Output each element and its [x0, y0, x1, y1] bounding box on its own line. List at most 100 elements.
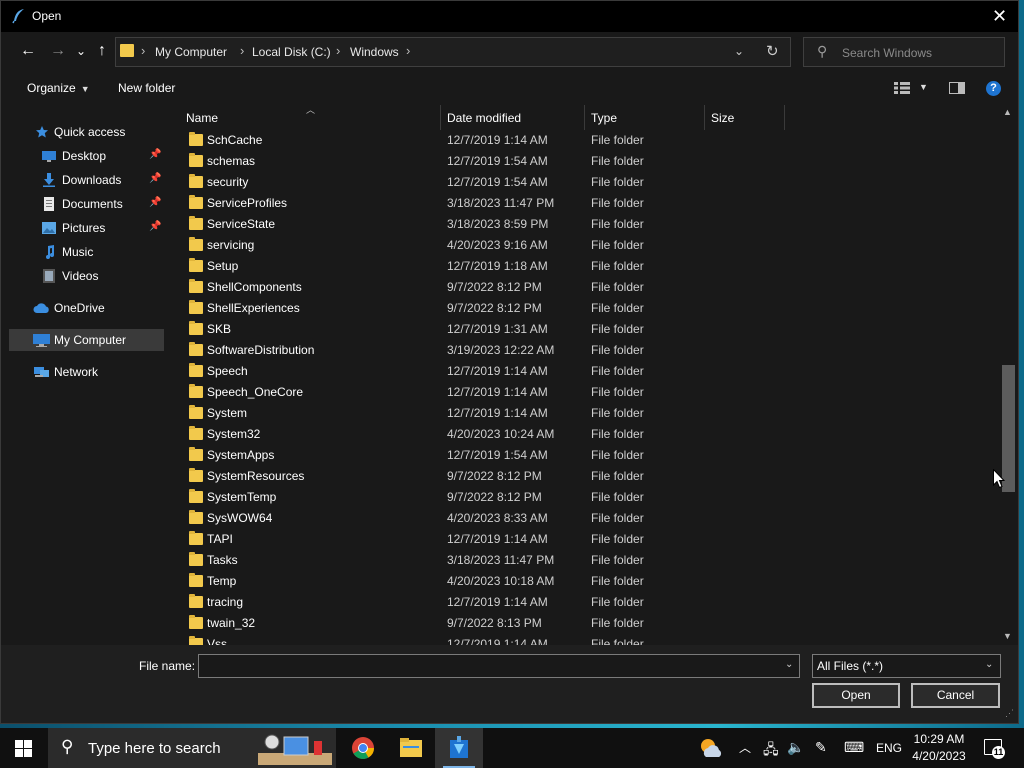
nav-item-downloads[interactable]: Downloads 📌: [9, 169, 164, 191]
preview-pane-icon[interactable]: [949, 82, 965, 94]
column-header-name[interactable]: Name: [186, 111, 218, 125]
nav-item-videos[interactable]: Videos: [9, 265, 164, 287]
back-button[interactable]: ←: [17, 40, 39, 62]
help-icon[interactable]: ?: [986, 81, 1001, 96]
file-row[interactable]: ServiceState 3/18/2023 8:59 PM File folder: [167, 214, 1000, 235]
change-view-icon[interactable]: [894, 82, 910, 94]
file-row[interactable]: twain_32 9/7/2022 8:13 PM File folder: [167, 613, 1000, 634]
vertical-scrollbar[interactable]: ▲ ▼: [1000, 105, 1017, 645]
nav-item-desktop[interactable]: Desktop 📌: [9, 145, 164, 167]
address-dropdown-chevron-icon[interactable]: ⌄: [734, 44, 744, 58]
file-row[interactable]: Speech_OneCore 12/7/2019 1:14 AM File fold…: [167, 382, 1000, 403]
file-row[interactable]: tracing 12/7/2019 1:14 AM File folder: [167, 592, 1000, 613]
column-divider[interactable]: [440, 105, 441, 130]
cancel-button[interactable]: Cancel: [911, 683, 1000, 708]
file-row[interactable]: servicing 4/20/2023 9:16 AM File folder: [167, 235, 1000, 256]
scroll-down-arrow-icon[interactable]: ▼: [1003, 631, 1012, 641]
title-bar[interactable]: Open ✕: [1, 1, 1018, 32]
file-list[interactable]: ︿ Name Date modified Type Size SchCache 1…: [167, 105, 1000, 645]
folder-icon: [189, 384, 203, 398]
nav-item-quick-access[interactable]: Quick access: [9, 121, 164, 143]
open-button[interactable]: Open: [812, 683, 900, 708]
column-header-date-modified[interactable]: Date modified: [447, 111, 521, 125]
nav-item-music[interactable]: Music: [9, 241, 164, 263]
file-row[interactable]: SystemResources 9/7/2022 8:12 PM File fold…: [167, 466, 1000, 487]
column-header-type[interactable]: Type: [591, 111, 617, 125]
file-row[interactable]: ShellComponents 9/7/2022 8:12 PM File fold…: [167, 277, 1000, 298]
column-divider[interactable]: [784, 105, 785, 130]
file-name-input[interactable]: [203, 657, 777, 676]
taskbar-active-app[interactable]: [435, 728, 483, 768]
new-folder-button[interactable]: New folder: [118, 81, 175, 95]
file-row[interactable]: Temp 4/20/2023 10:18 AM File folder: [167, 571, 1000, 592]
taskbar-file-explorer[interactable]: [387, 728, 435, 768]
forward-button[interactable]: →: [47, 40, 69, 62]
taskbar-chrome[interactable]: [339, 728, 387, 768]
input-language[interactable]: ENG: [876, 741, 902, 755]
keyboard-icon[interactable]: ⌨: [844, 739, 864, 756]
resize-grip-icon[interactable]: ⋰: [1005, 708, 1014, 719]
file-type-filter-select[interactable]: All Files (*.*) ⌄: [812, 654, 1001, 678]
nav-item-documents[interactable]: Documents 📌: [9, 193, 164, 215]
file-date-modified: 9/7/2022 8:12 PM: [447, 469, 542, 483]
nav-item-my-computer[interactable]: My Computer: [9, 329, 164, 351]
file-date-modified: 12/7/2019 1:14 AM: [447, 133, 548, 147]
file-name-combobox[interactable]: ⌄: [198, 654, 800, 678]
pen-icon[interactable]: ✎: [815, 739, 827, 756]
document-icon: [44, 197, 54, 211]
file-row[interactable]: schemas 12/7/2019 1:54 AM File folder: [167, 151, 1000, 172]
file-row[interactable]: SystemApps 12/7/2019 1:54 AM File folder: [167, 445, 1000, 466]
taskbar-clock[interactable]: 10:29 AM 4/20/2023: [905, 731, 973, 765]
file-row[interactable]: SKB 12/7/2019 1:31 AM File folder: [167, 319, 1000, 340]
nav-item-onedrive[interactable]: OneDrive: [9, 297, 164, 319]
network-status-icon[interactable]: 🖧: [763, 739, 779, 763]
file-row[interactable]: Speech 12/7/2019 1:14 AM File folder: [167, 361, 1000, 382]
organize-button[interactable]: Organize ▼: [27, 81, 90, 95]
nav-label: Pictures: [62, 221, 106, 235]
breadcrumb-windows[interactable]: Windows: [350, 45, 399, 59]
refresh-icon[interactable]: ↻: [766, 42, 779, 60]
file-row[interactable]: SoftwareDistribution 3/19/2023 12:22 AM Fi…: [167, 340, 1000, 361]
picture-icon: [42, 222, 56, 234]
nav-item-pictures[interactable]: Pictures 📌: [9, 217, 164, 239]
column-divider[interactable]: [704, 105, 705, 130]
file-row[interactable]: ServiceProfiles 3/18/2023 11:47 PM File fo…: [167, 193, 1000, 214]
search-box[interactable]: ⚲: [803, 37, 1005, 67]
scroll-up-arrow-icon[interactable]: ▲: [1003, 107, 1012, 117]
nav-label: Quick access: [54, 125, 126, 139]
navigation-pane[interactable]: Quick access Desktop 📌 Downloads 📌 Docum…: [9, 105, 165, 645]
column-header-size[interactable]: Size: [711, 111, 734, 125]
file-row[interactable]: TAPI 12/7/2019 1:14 AM File folder: [167, 529, 1000, 550]
show-hidden-icons-chevron-icon[interactable]: ︿: [739, 739, 751, 756]
recent-locations-button[interactable]: ⌄: [70, 40, 92, 62]
chevron-down-icon[interactable]: ⌄: [785, 659, 793, 670]
breadcrumb-my-computer[interactable]: My Computer: [155, 45, 227, 59]
windows-start-icon[interactable]: [15, 740, 32, 757]
file-row[interactable]: Vss 12/7/2019 1:14 AM File folder: [167, 634, 1000, 645]
weather-icon[interactable]: [698, 737, 724, 759]
breadcrumb-local-disk[interactable]: Local Disk (C:): [252, 45, 331, 59]
file-row[interactable]: SysWOW64 4/20/2023 8:33 AM File folder: [167, 508, 1000, 529]
view-options-caret-icon[interactable]: ▼: [919, 82, 928, 92]
file-row[interactable]: SchCache 12/7/2019 1:14 AM File folder: [167, 130, 1000, 151]
file-row[interactable]: Tasks 3/18/2023 11:47 PM File folder: [167, 550, 1000, 571]
taskbar-search-box[interactable]: ⚲ Type here to search: [48, 728, 336, 768]
file-row[interactable]: SystemTemp 9/7/2022 8:12 PM File folder: [167, 487, 1000, 508]
column-divider[interactable]: [584, 105, 585, 130]
file-row[interactable]: System32 4/20/2023 10:24 AM File folder: [167, 424, 1000, 445]
notification-center-icon[interactable]: 11: [984, 739, 1005, 759]
volume-icon[interactable]: 🔈: [787, 739, 804, 756]
search-highlight-illustration-icon[interactable]: [258, 731, 332, 765]
file-row[interactable]: security 12/7/2019 1:54 AM File folder: [167, 172, 1000, 193]
file-row[interactable]: ShellExperiences 9/7/2022 8:12 PM File fol…: [167, 298, 1000, 319]
file-row[interactable]: System 12/7/2019 1:14 AM File folder: [167, 403, 1000, 424]
address-bar[interactable]: › My Computer › Local Disk (C:) › Window…: [115, 37, 791, 67]
file-name: Temp: [207, 574, 237, 588]
up-button[interactable]: ↑: [91, 40, 113, 62]
search-input[interactable]: [840, 43, 999, 62]
close-button[interactable]: ✕: [981, 1, 1018, 32]
nav-item-network[interactable]: Network: [9, 361, 164, 383]
file-date-modified: 12/7/2019 1:18 AM: [447, 259, 548, 273]
file-row[interactable]: Setup 12/7/2019 1:18 AM File folder: [167, 256, 1000, 277]
folder-icon: [189, 531, 203, 545]
